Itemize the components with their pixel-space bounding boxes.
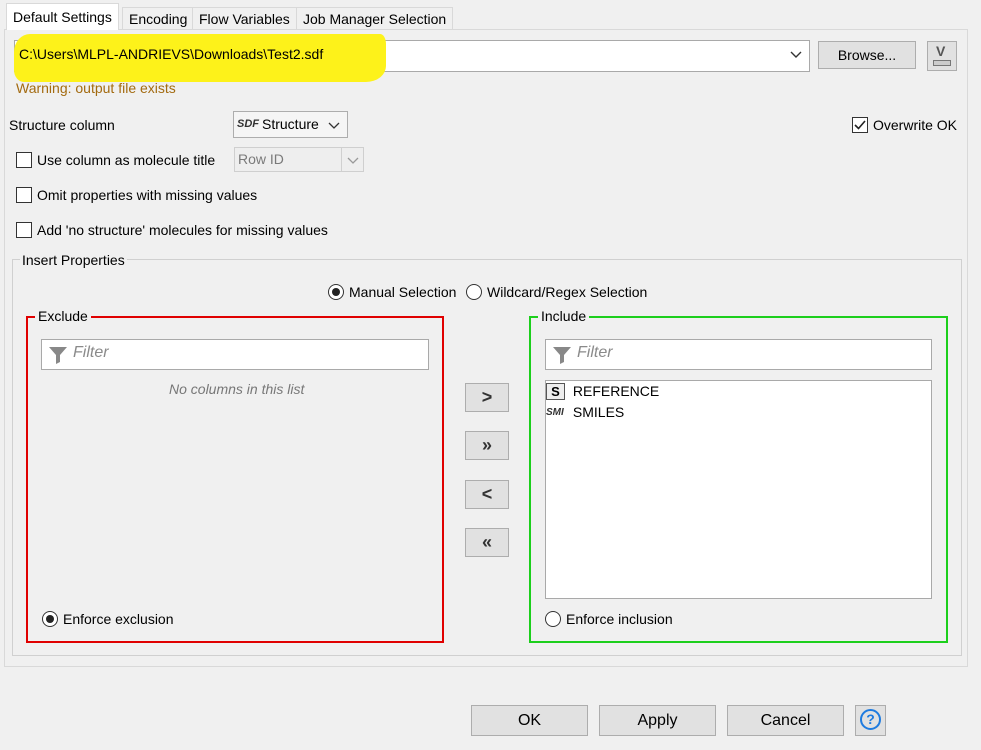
list-item-label: REFERENCE bbox=[572, 383, 660, 400]
chevron-down-icon bbox=[328, 122, 340, 129]
list-item-label: SMILES bbox=[572, 404, 625, 421]
browse-button[interactable]: Browse... bbox=[818, 41, 916, 69]
enforce-inclusion-radio[interactable] bbox=[545, 611, 561, 627]
tab-flow-variables[interactable]: Flow Variables bbox=[192, 7, 297, 29]
string-type-icon: S bbox=[546, 382, 565, 400]
flow-variable-button[interactable]: V bbox=[927, 41, 957, 71]
structure-column-select[interactable]: SDF Structure bbox=[233, 111, 348, 138]
use-title-checkbox[interactable] bbox=[16, 152, 32, 168]
exclude-title: Exclude bbox=[35, 308, 91, 324]
list-item-smiles[interactable]: SMI SMILES bbox=[546, 403, 624, 423]
add-nostructure-checkbox[interactable] bbox=[16, 222, 32, 238]
wildcard-selection-radio[interactable] bbox=[466, 284, 482, 300]
enforce-inclusion-label[interactable]: Enforce inclusion bbox=[566, 611, 673, 627]
use-title-label[interactable]: Use column as molecule title bbox=[37, 152, 215, 168]
exclude-empty-text: No columns in this list bbox=[169, 381, 305, 397]
move-right-button[interactable]: > bbox=[465, 383, 509, 412]
move-all-right-button[interactable]: » bbox=[465, 431, 509, 460]
title-column-value: Row ID bbox=[238, 151, 284, 167]
flow-variable-bar-icon bbox=[933, 60, 951, 66]
enforce-exclusion-label[interactable]: Enforce exclusion bbox=[63, 611, 174, 627]
title-column-select: Row ID bbox=[234, 147, 364, 172]
omit-missing-label[interactable]: Omit properties with missing values bbox=[37, 187, 257, 203]
exclude-filter-placeholder: Filter bbox=[73, 344, 109, 361]
tab-default-settings[interactable]: Default Settings bbox=[6, 3, 119, 30]
list-item-reference[interactable]: S REFERENCE bbox=[546, 382, 659, 402]
manual-selection-radio[interactable] bbox=[328, 284, 344, 300]
add-nostructure-label[interactable]: Add 'no structure' molecules for missing… bbox=[37, 222, 328, 238]
structure-column-value: Structure bbox=[262, 116, 319, 132]
move-all-left-button[interactable]: « bbox=[465, 528, 509, 557]
include-filter-input[interactable]: Filter bbox=[545, 339, 932, 370]
title-column-dropdown bbox=[341, 148, 363, 171]
help-button[interactable]: ? bbox=[855, 705, 886, 736]
structure-column-label: Structure column bbox=[9, 117, 115, 133]
include-filter-placeholder: Filter bbox=[577, 344, 613, 361]
overwrite-ok-checkbox[interactable] bbox=[852, 117, 868, 133]
filter-icon bbox=[553, 347, 571, 364]
checkmark-icon bbox=[854, 120, 866, 130]
enforce-exclusion-radio[interactable] bbox=[42, 611, 58, 627]
chevron-down-icon bbox=[347, 157, 359, 164]
tab-job-manager-selection[interactable]: Job Manager Selection bbox=[296, 7, 454, 29]
output-path-value[interactable]: C:\Users\MLPL-ANDRIEVS\Downloads\Test2.s… bbox=[19, 46, 323, 62]
flow-variable-icon: V bbox=[936, 43, 946, 59]
exclude-filter-input[interactable]: Filter bbox=[41, 339, 429, 370]
cancel-button[interactable]: Cancel bbox=[727, 705, 844, 736]
ok-button[interactable]: OK bbox=[471, 705, 588, 736]
sdf-type-icon: SDF bbox=[237, 118, 259, 130]
filter-icon bbox=[49, 347, 67, 364]
help-icon: ? bbox=[860, 709, 881, 730]
chevron-down-icon[interactable] bbox=[788, 46, 804, 65]
include-title: Include bbox=[538, 308, 590, 324]
tab-encoding[interactable]: Encoding bbox=[122, 7, 195, 29]
manual-selection-label[interactable]: Manual Selection bbox=[349, 284, 456, 300]
omit-missing-checkbox[interactable] bbox=[16, 187, 32, 203]
output-warning: Warning: output file exists bbox=[16, 80, 176, 96]
overwrite-ok-label[interactable]: Overwrite OK bbox=[873, 117, 957, 133]
wildcard-selection-label[interactable]: Wildcard/Regex Selection bbox=[487, 284, 647, 300]
smiles-type-icon: SMI bbox=[546, 406, 564, 418]
apply-button[interactable]: Apply bbox=[599, 705, 716, 736]
insert-properties-title: Insert Properties bbox=[20, 252, 127, 268]
move-left-button[interactable]: < bbox=[465, 480, 509, 509]
